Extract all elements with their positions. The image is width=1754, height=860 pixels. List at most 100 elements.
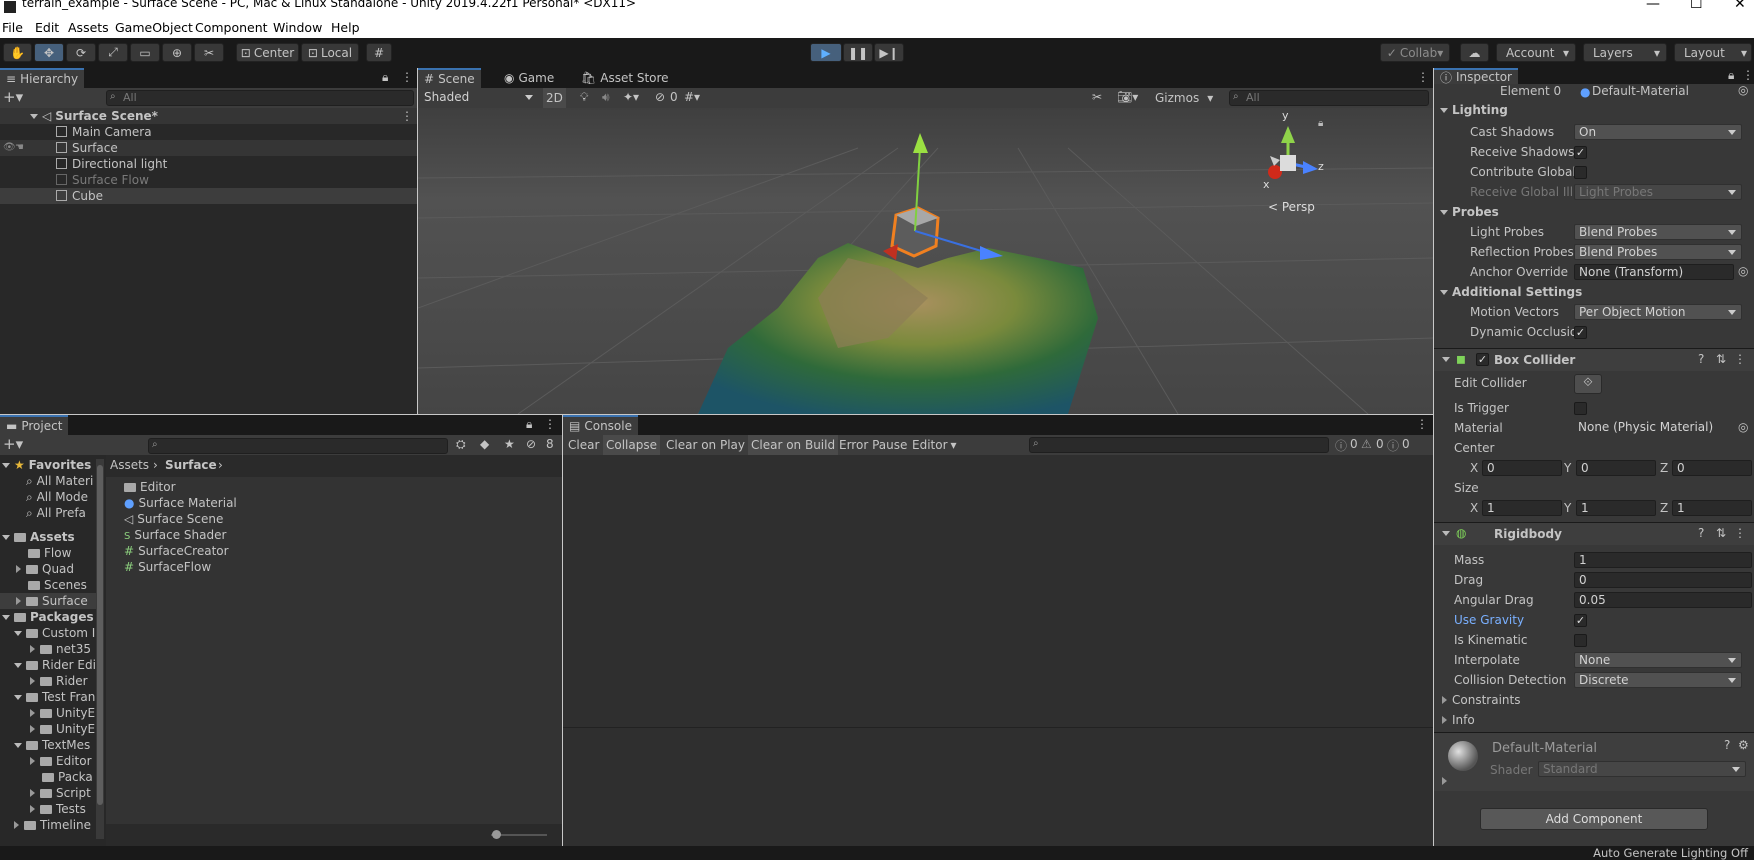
custom-tool-icon[interactable]: ✂ (194, 43, 224, 62)
package-item[interactable]: Custom I (14, 625, 95, 641)
help-icon[interactable]: ? (1724, 738, 1730, 752)
clear-on-play-button[interactable]: Clear on Play (663, 435, 748, 455)
folder-item-selected[interactable]: Surface (0, 593, 104, 609)
package-item[interactable]: Packa (30, 769, 93, 785)
package-item[interactable]: Rider Edi (14, 657, 96, 673)
expand-arrow-icon[interactable] (1442, 777, 1447, 785)
scale-tool-icon[interactable]: ⤢ (98, 43, 128, 62)
warning-toggle-icon[interactable]: ⚠ (1361, 437, 1372, 451)
breadcrumb-assets[interactable]: Assets (110, 458, 149, 472)
search-by-label-icon[interactable]: ◆ (480, 437, 489, 451)
preset-icon[interactable]: ⇅ (1716, 526, 1726, 540)
breadcrumb-surface[interactable]: Surface (165, 458, 217, 472)
lock-icon[interactable]: 🔒︎ (382, 70, 388, 85)
minimize-icon[interactable]: — (1646, 0, 1660, 12)
scene-viewport[interactable]: y x z 🔒︎ < Persp (418, 108, 1433, 414)
contribute-gi-checkbox[interactable] (1574, 166, 1587, 179)
tab-project[interactable]: ▬ Project (0, 415, 69, 435)
error-toggle-icon[interactable]: ⓘ (1387, 437, 1399, 454)
search-by-type-icon[interactable]: ⛭ (456, 437, 466, 452)
collapse-button[interactable]: Collapse (603, 435, 660, 455)
package-item[interactable]: Tests (30, 801, 86, 817)
tab-asset-store[interactable]: 🛍︎ Asset Store (575, 68, 675, 88)
info-foldout[interactable]: Info (1442, 713, 1475, 727)
tools-icon[interactable]: ✂ (1092, 90, 1102, 104)
edit-collider-button[interactable]: ⟐ (1574, 374, 1602, 394)
favorite-item[interactable]: ⌕ All Materi (26, 473, 93, 489)
effects-icon[interactable]: ✦▾ (623, 90, 639, 104)
reflection-probes-dropdown[interactable]: Blend Probes (1574, 244, 1742, 260)
package-item[interactable]: Editor (30, 753, 92, 769)
create-plus-icon[interactable]: +▾ (3, 88, 23, 106)
hand-tool-icon[interactable]: ✋ (3, 43, 32, 62)
additional-settings-foldout[interactable]: Additional Settings (1440, 285, 1582, 299)
favorite-item[interactable]: ⌕ All Mode (26, 489, 88, 505)
tab-hierarchy[interactable]: ≡ Hierarchy (0, 68, 85, 88)
hierarchy-item-directional-light[interactable]: Directional light (0, 156, 417, 172)
pick-hand-icon[interactable]: ☚ (15, 140, 24, 156)
size-x-field[interactable]: 1 (1482, 500, 1562, 516)
lock-icon[interactable]: 🔒︎ (526, 417, 532, 432)
cloud-icon[interactable]: ☁ (1460, 43, 1489, 62)
dynamic-occlusion-checkbox[interactable]: ✓ (1574, 326, 1587, 339)
center-y-field[interactable]: 0 (1576, 460, 1656, 476)
zoom-slider-thumb[interactable] (492, 830, 501, 839)
console-split-divider[interactable] (563, 727, 1433, 728)
scene-row[interactable]: ◁ Surface Scene* ⋮ (0, 108, 417, 124)
add-component-button[interactable]: Add Component (1480, 808, 1708, 830)
hidden-objects-icon[interactable]: ⊘ (655, 90, 665, 104)
interpolate-dropdown[interactable]: None (1574, 652, 1742, 668)
center-z-field[interactable]: 0 (1672, 460, 1752, 476)
info-toggle-icon[interactable]: ⓘ (1335, 437, 1347, 454)
console-search-input[interactable] (1029, 437, 1329, 453)
element0-value[interactable]: Default-Material (1592, 84, 1689, 98)
file-item-editor[interactable]: Editor (124, 479, 176, 495)
clear-on-build-button[interactable]: Clear on Build (748, 435, 839, 455)
is-kinematic-checkbox[interactable] (1574, 634, 1587, 647)
package-item[interactable]: Script (30, 785, 91, 801)
tab-inspector[interactable]: ⓘ Inspector (1434, 68, 1518, 85)
status-text[interactable]: Auto Generate Lighting Off (1593, 846, 1748, 860)
packages-row[interactable]: Packages (2, 609, 94, 625)
menu-edit[interactable]: Edit (35, 20, 59, 35)
kebab-menu-icon[interactable]: ⋮ (1734, 352, 1746, 366)
package-item[interactable]: Test Fran (14, 689, 95, 705)
file-item-script[interactable]: # SurfaceCreator (124, 543, 229, 559)
is-trigger-checkbox[interactable] (1574, 402, 1587, 415)
maximize-icon[interactable]: ☐ (1690, 0, 1703, 12)
collision-detection-dropdown[interactable]: Discrete (1574, 672, 1742, 688)
rigidbody-header[interactable]: ◍ Rigidbody ? ⇅ ⋮ (1434, 523, 1754, 545)
lighting-foldout[interactable]: Lighting (1440, 103, 1508, 117)
folder-item[interactable]: Quad (16, 561, 74, 577)
transform-tool-icon[interactable]: ⊕ (162, 43, 192, 62)
project-search-input[interactable] (148, 438, 448, 454)
folder-item[interactable]: Flow (16, 545, 71, 561)
package-item[interactable]: TextMes (14, 737, 90, 753)
tree-scrollbar[interactable] (96, 459, 104, 839)
hierarchy-item-surface-flow[interactable]: Surface Flow (0, 172, 417, 188)
cast-shadows-dropdown[interactable]: On (1574, 124, 1742, 140)
menu-assets[interactable]: Assets (68, 20, 109, 35)
grid-toggle-icon[interactable]: #▾ (684, 90, 700, 104)
pivot-center-button[interactable]: ⊡ Center (236, 43, 299, 62)
pause-button[interactable]: ❚❚ (843, 43, 873, 62)
center-x-field[interactable]: 0 (1482, 460, 1562, 476)
clear-button[interactable]: Clear (565, 435, 602, 455)
kebab-menu-icon[interactable]: ⋮ (401, 70, 413, 84)
motion-vectors-dropdown[interactable]: Per Object Motion (1574, 304, 1742, 320)
scene-menu-icon[interactable]: ⋮ (401, 108, 413, 124)
visibility-eye-icon[interactable]: 👁︎ (3, 140, 16, 156)
help-icon[interactable]: ? (1698, 526, 1704, 540)
file-item-shader[interactable]: S Surface Shader (124, 527, 226, 543)
menu-file[interactable]: File (2, 20, 23, 35)
kebab-menu-icon[interactable]: ⋮ (1417, 70, 1429, 84)
menu-gameobject[interactable]: GameObject (115, 20, 193, 35)
kebab-menu-icon[interactable]: ⋮ (544, 417, 556, 431)
folder-item[interactable]: Scenes (16, 577, 87, 593)
collider-material-field[interactable]: None (Physic Material) (1574, 420, 1734, 436)
lock-icon[interactable]: 🔒︎ (1728, 68, 1734, 83)
shader-dropdown[interactable]: Standard (1538, 761, 1746, 777)
object-picker-icon[interactable]: ◎ (1738, 83, 1748, 97)
size-y-field[interactable]: 1 (1576, 500, 1656, 516)
camera-icon[interactable]: 📷︎▾ (1117, 90, 1138, 104)
